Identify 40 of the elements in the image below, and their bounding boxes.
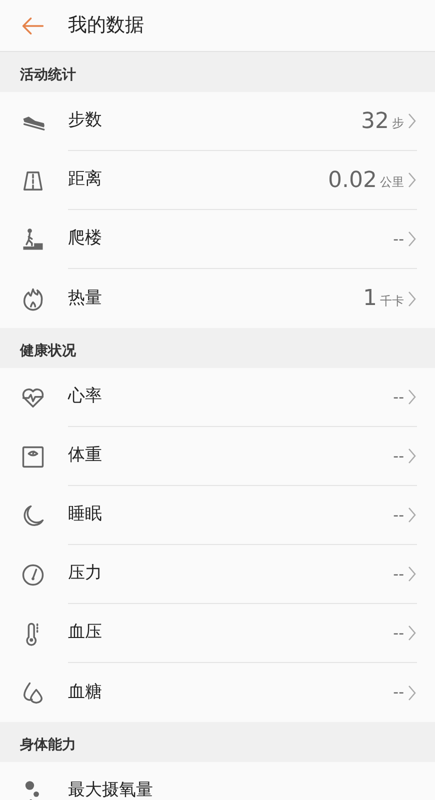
- item-value: --: [393, 682, 404, 704]
- item-value: --: [393, 446, 404, 467]
- item-value: --: [393, 228, 404, 250]
- item-value: 32: [361, 108, 389, 136]
- item-label: 心率: [68, 385, 103, 408]
- item-label: 血压: [68, 621, 103, 644]
- chevron-icon: [407, 171, 417, 189]
- page-title: 我的数据: [68, 13, 144, 38]
- section-title: 健康状况: [20, 342, 76, 361]
- item-label: 压力: [68, 562, 103, 586]
- gauge-icon: [20, 562, 46, 588]
- chevron-icon: [407, 624, 417, 642]
- chevron-icon: [407, 565, 417, 583]
- chevron-icon: [407, 388, 417, 406]
- chevron-icon: [407, 112, 417, 130]
- chevron-icon: [407, 684, 417, 702]
- item-label: 血糖: [68, 680, 103, 704]
- chevron-icon: [407, 447, 417, 465]
- scale-icon: [20, 444, 46, 470]
- unit-label: 步: [392, 115, 404, 132]
- chevron-icon: [407, 230, 417, 248]
- item-value: 0.02: [328, 166, 377, 194]
- chevron-icon: [407, 506, 417, 524]
- item-label: 睡眠: [68, 503, 103, 526]
- item-label: 最大摄氧量: [68, 779, 154, 800]
- item-value: --: [393, 386, 404, 408]
- item-label: 体重: [68, 444, 103, 468]
- section-title: 身体能力: [20, 736, 76, 755]
- item-value: 1: [363, 285, 377, 313]
- item-label: 热量: [68, 286, 103, 310]
- item-label: 爬楼: [68, 227, 103, 250]
- item-value: --: [393, 504, 404, 526]
- item-value: --: [393, 564, 404, 585]
- chevron-icon: [407, 290, 417, 308]
- item-label: 步数: [68, 109, 103, 132]
- item-value: --: [393, 622, 404, 644]
- unit-label: 公里: [380, 174, 404, 191]
- section-title: 活动统计: [20, 66, 76, 85]
- unit-label: 千卡: [380, 292, 404, 310]
- item-label: 距离: [68, 168, 103, 192]
